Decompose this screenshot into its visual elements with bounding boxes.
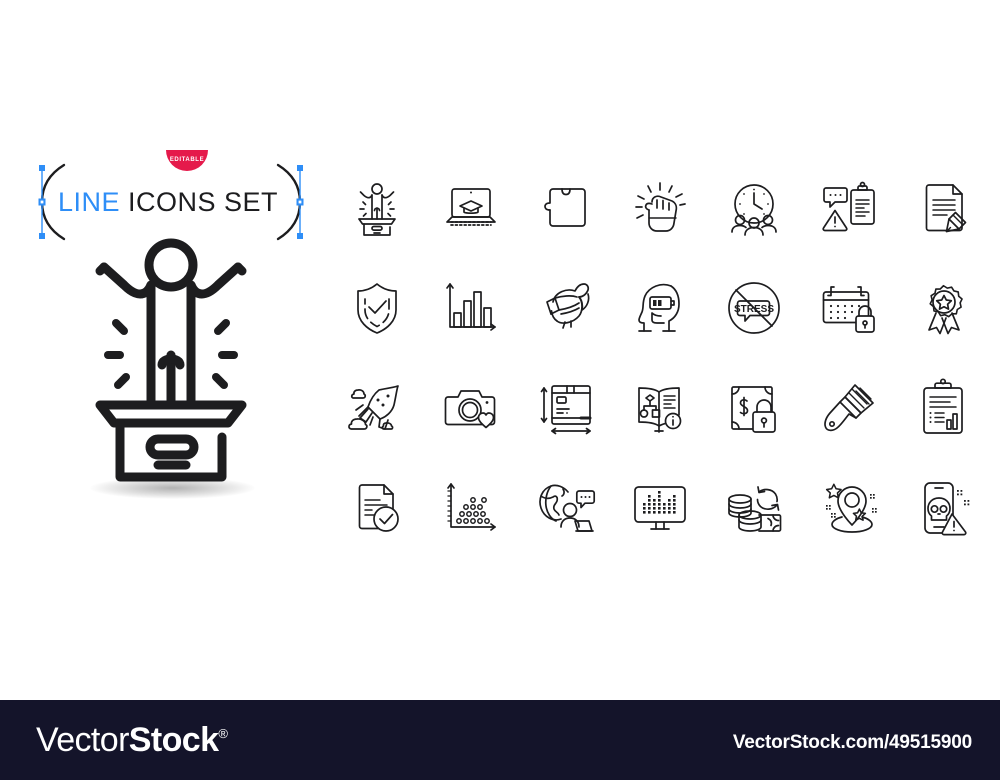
outsourcing-globe-icon[interactable] bbox=[519, 458, 613, 558]
time-management-icon[interactable] bbox=[707, 158, 801, 258]
calendar-lock-icon[interactable] bbox=[801, 258, 895, 358]
online-education-icon[interactable] bbox=[424, 158, 518, 258]
winner-podium-illustration bbox=[95, 238, 247, 482]
award-ribbon-star-icon[interactable] bbox=[896, 258, 990, 358]
no-stress-icon[interactable]: STRESS bbox=[707, 258, 801, 358]
clipboard-report-icon[interactable] bbox=[896, 358, 990, 458]
vectorstock-logo: Vector Stock ® bbox=[36, 721, 228, 759]
winner-podium-icon[interactable] bbox=[330, 158, 424, 258]
editable-badge-label: EDITABLE bbox=[169, 156, 205, 163]
location-star-pin-icon[interactable] bbox=[801, 458, 895, 558]
logo-stock-text: Stock bbox=[128, 721, 219, 759]
paint-brush-icon[interactable] bbox=[801, 358, 895, 458]
document-pencil-icon[interactable] bbox=[896, 158, 990, 258]
dot-plot-chart-icon[interactable] bbox=[424, 458, 518, 558]
logo-vector-text: Vector bbox=[36, 721, 129, 759]
no-stress-label: STRESS bbox=[734, 304, 774, 315]
icon-grid: STRESS bbox=[330, 158, 990, 558]
poster-title: LINE ICONS SET bbox=[18, 170, 318, 234]
puzzle-piece-icon[interactable] bbox=[519, 158, 613, 258]
monitor-equalizer-icon[interactable] bbox=[613, 458, 707, 558]
footer-url: VectorStock.com/49515900 bbox=[732, 732, 972, 753]
editable-badge: EDITABLE bbox=[166, 150, 208, 171]
money-exchange-icon[interactable] bbox=[707, 458, 801, 558]
poster-canvas: EDITABLE LINE ICONS SET STRESS Vector St… bbox=[0, 0, 1000, 780]
title-iconsset-word: ICONS SET bbox=[128, 186, 279, 217]
hero-block: EDITABLE LINE ICONS SET bbox=[18, 132, 318, 532]
money-lock-icon[interactable] bbox=[707, 358, 801, 458]
clipboard-warning-icon[interactable] bbox=[801, 158, 895, 258]
startup-rocket-icon[interactable] bbox=[330, 358, 424, 458]
algorithm-book-info-icon[interactable] bbox=[613, 358, 707, 458]
shield-check-icon[interactable] bbox=[330, 258, 424, 358]
title-line-word: LINE bbox=[57, 186, 120, 217]
logo-registered-mark: ® bbox=[218, 726, 228, 741]
parcel-dimensions-icon[interactable] bbox=[519, 358, 613, 458]
footer-watermark-bar: Vector Stock ® VectorStock.com/49515900 bbox=[0, 700, 1000, 780]
dog-muzzle-icon[interactable] bbox=[519, 258, 613, 358]
histogram-chart-icon[interactable] bbox=[424, 258, 518, 358]
camera-heart-icon[interactable] bbox=[424, 358, 518, 458]
document-check-icon[interactable] bbox=[330, 458, 424, 558]
phone-cyber-attack-icon[interactable] bbox=[896, 458, 990, 558]
power-fist-icon[interactable] bbox=[613, 158, 707, 258]
illustration-shadow bbox=[90, 477, 255, 499]
head-battery-icon[interactable] bbox=[613, 258, 707, 358]
